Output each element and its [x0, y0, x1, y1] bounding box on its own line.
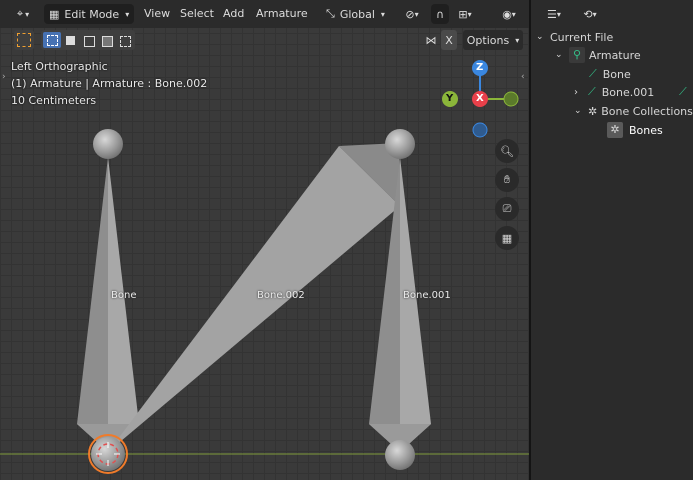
camera-view-button[interactable]: ⎚ [495, 197, 519, 221]
bone-row-label: Bone [602, 67, 631, 81]
view-layer-icon: ⟲ [583, 7, 593, 21]
bone-left[interactable] [77, 157, 139, 452]
outliner-row-bone-001[interactable]: › ⟋ Bone.001 [574, 83, 654, 101]
armature-data-icon: ⚲ [569, 47, 585, 63]
bone-002[interactable] [108, 143, 400, 452]
bone-head-joint [93, 129, 123, 159]
display-mode-dropdown[interactable]: ⟲ ▾ [575, 4, 605, 24]
expand-chevron-down-icon[interactable]: ⌄ [536, 32, 550, 42]
expand-chevron-down-icon[interactable]: ⌄ [574, 106, 588, 116]
bones-collection-label: Bones [629, 123, 663, 137]
outliner-row-armature[interactable]: ⌄ ⚲ Armature [555, 46, 641, 64]
pan-button[interactable]: ✋︎ [495, 168, 519, 192]
bone-label: Bone [111, 290, 137, 301]
camera-icon: ⎚ [502, 202, 512, 215]
outliner-row-bone-collections[interactable]: ⌄ ✲ Bone Collections [574, 102, 693, 120]
bone-001-tail-joint [385, 129, 415, 159]
child-bone-icon[interactable]: ⟋ [679, 85, 687, 99]
gizmo-neg-z-axis [472, 122, 488, 138]
bone-collections-icon: ✲ [588, 104, 598, 118]
zoom-button[interactable]: 🔍︎ [495, 139, 519, 163]
bone-001-head-joint [385, 440, 415, 470]
gizmo-neg-y-axis [503, 91, 519, 107]
expand-chevron-right-icon[interactable]: › [574, 87, 588, 98]
chevron-down-icon: ▾ [592, 9, 597, 19]
outliner-header: ☰ ▾ ⟲ ▾ [531, 0, 693, 28]
chevron-down-icon: ▾ [556, 9, 561, 19]
armature-label: Armature [589, 48, 641, 62]
bone-collection-icon: ✲ [607, 122, 623, 138]
outliner-panel: ☰ ▾ ⟲ ▾ ⌄ Current File ⌄ ⚲ Armature ⟋ Bone… [531, 0, 693, 480]
current-file-label: Current File [550, 30, 614, 44]
zoom-icon: 🔍︎ [500, 144, 514, 158]
outliner-row-bone[interactable]: ⟋ Bone [589, 65, 631, 83]
outliner-editor-type-button[interactable]: ☰ ▾ [539, 4, 569, 24]
outliner-row-current-file[interactable]: ⌄ Current File [536, 28, 613, 46]
grid-icon: ▦ [501, 231, 513, 245]
bone-icon: ⟋ [588, 85, 596, 98]
gizmo-z-label: Z [476, 62, 484, 73]
hand-icon: ✋︎ [503, 173, 511, 186]
gizmo-x-label: X [476, 93, 484, 104]
bone-001-row-label: Bone.001 [601, 85, 655, 99]
bone-001-label: Bone.001 [403, 290, 451, 301]
bone-collections-label: Bone Collections [601, 104, 693, 118]
gizmo-y-label: Y [446, 93, 454, 104]
outliner-icon: ☰ [547, 7, 557, 21]
outliner-row-bones[interactable]: ✲ Bones [607, 121, 663, 139]
expand-chevron-down-icon[interactable]: ⌄ [555, 50, 569, 60]
projection-toggle-button[interactable]: ▦ [495, 226, 519, 250]
3d-viewport[interactable]: ⌖ ▾ ▦ Edit Mode ▾ View Select Add Armatur… [0, 0, 529, 480]
bone-002-label: Bone.002 [257, 290, 305, 301]
bone-icon: ⟋ [589, 67, 597, 80]
